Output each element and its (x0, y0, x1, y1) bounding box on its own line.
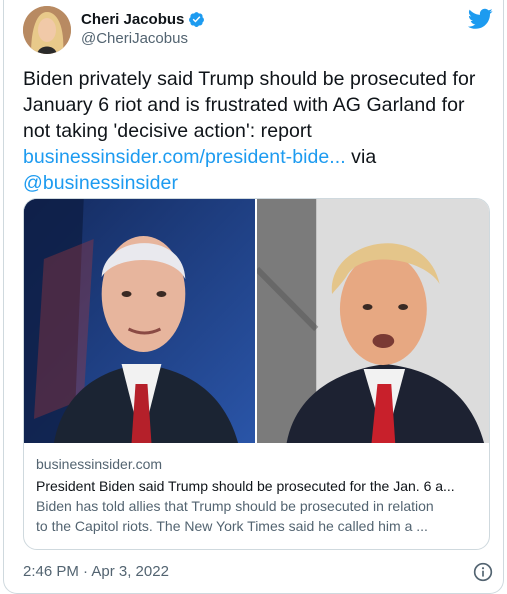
link-domain: businessinsider.com (36, 456, 163, 472)
link-description-line-2: to the Capitol riots. The New York Times… (36, 518, 428, 534)
tweet-text: Biden privately said Trump should be pro… (23, 66, 493, 196)
tweet-card: Cheri Jacobus @CheriJacobus Biden privat… (3, 0, 504, 594)
tweet-body: Biden privately said Trump should be pro… (23, 68, 476, 142)
author-names: Cheri Jacobus @CheriJacobus (81, 11, 205, 47)
author-handle[interactable]: @CheriJacobus (81, 30, 205, 47)
link-preview-meta: businessinsider.com President Biden said… (36, 455, 476, 536)
link-preview-image[interactable] (24, 199, 489, 443)
link-title: President Biden said Trump should be pro… (36, 478, 455, 494)
link-preview-card[interactable]: businessinsider.com President Biden said… (23, 198, 490, 550)
verified-badge-icon (188, 11, 205, 28)
trump-photo (255, 199, 489, 443)
tweet-timestamp[interactable]: 2:46 PM · Apr 3, 2022 (23, 563, 169, 580)
link-description-line-1: Biden has told allies that Trump should … (36, 498, 434, 514)
info-icon[interactable] (473, 562, 493, 582)
avatar[interactable] (23, 6, 71, 54)
article-link[interactable]: businessinsider.com/president-bide... (23, 146, 346, 168)
via-text: via (345, 146, 377, 168)
mention-link[interactable]: @businessinsider (23, 172, 178, 194)
tweet-footer: 2:46 PM · Apr 3, 2022 (23, 562, 493, 584)
twitter-bird-icon[interactable] (467, 8, 493, 30)
biden-photo (24, 199, 255, 443)
tweet-header: Cheri Jacobus @CheriJacobus (23, 6, 493, 56)
author-display-name[interactable]: Cheri Jacobus (81, 11, 184, 28)
